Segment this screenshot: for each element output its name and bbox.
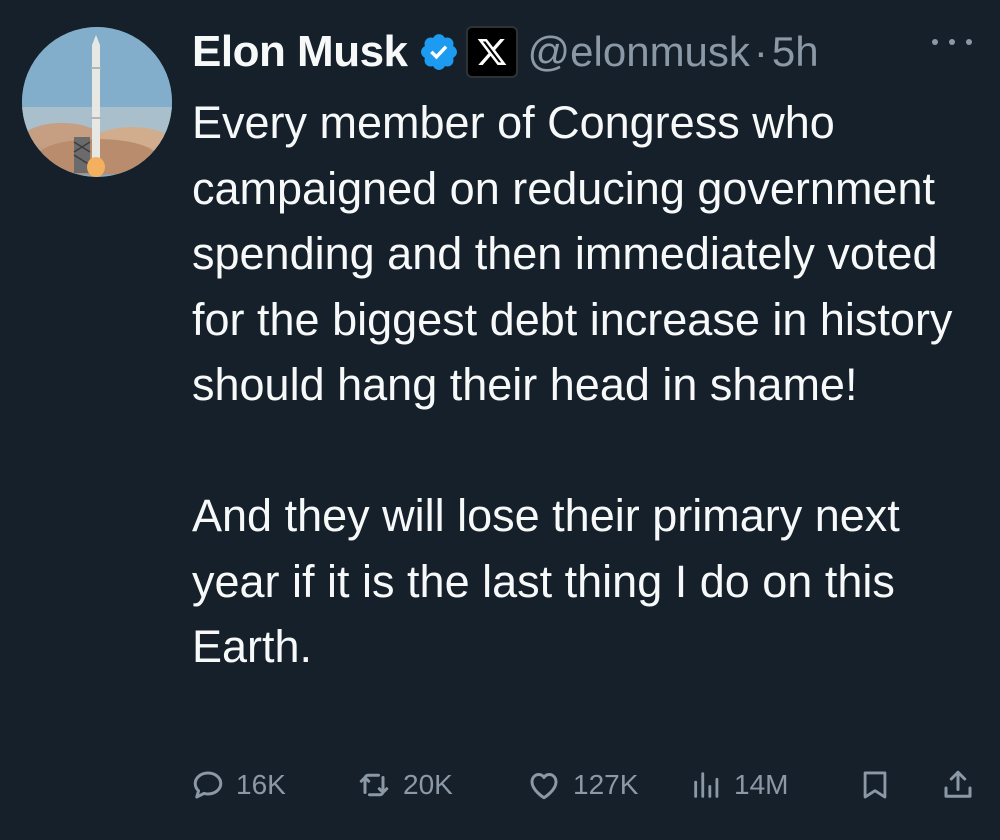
retweet-button[interactable]: 20K [355,760,453,810]
tweet-text: Every member of Congress who campaigned … [192,90,982,680]
more-options-icon[interactable] [932,32,972,52]
reply-count: 16K [236,769,286,800]
views-count: 14M [734,769,789,800]
author-name[interactable]: Elon Musk [192,27,408,77]
tweet-paragraph: Every member of Congress who campaigned … [192,97,953,410]
like-count: 127K [573,769,639,800]
heart-icon [525,767,563,803]
avatar[interactable] [22,27,172,177]
retweet-icon [355,767,393,803]
tweet-timestamp[interactable]: 5h [772,28,819,76]
tweet-paragraph: And they will lose their primary next ye… [192,490,900,672]
share-button[interactable] [940,760,976,810]
views-chart-icon [690,767,724,803]
separator-dot: · [753,28,768,75]
bookmark-button[interactable] [858,760,892,810]
x-logo-icon[interactable] [465,26,518,78]
like-button[interactable]: 127K [525,760,638,810]
author-handle[interactable]: @elonmusk [528,28,750,76]
views-button[interactable]: 14M [690,760,788,810]
bookmark-icon [858,766,892,804]
verified-badge-icon[interactable] [418,31,460,73]
action-bar: 16K 20K 127K 14M [190,760,985,810]
retweet-count: 20K [403,769,453,800]
tweet-header: Elon Musk @elonmusk · 5h [192,22,819,82]
reply-button[interactable]: 16K [190,760,286,810]
reply-icon [190,767,226,803]
tweet[interactable]: Elon Musk @elonmusk · 5h Every member of… [0,0,1000,840]
share-icon [940,766,976,804]
